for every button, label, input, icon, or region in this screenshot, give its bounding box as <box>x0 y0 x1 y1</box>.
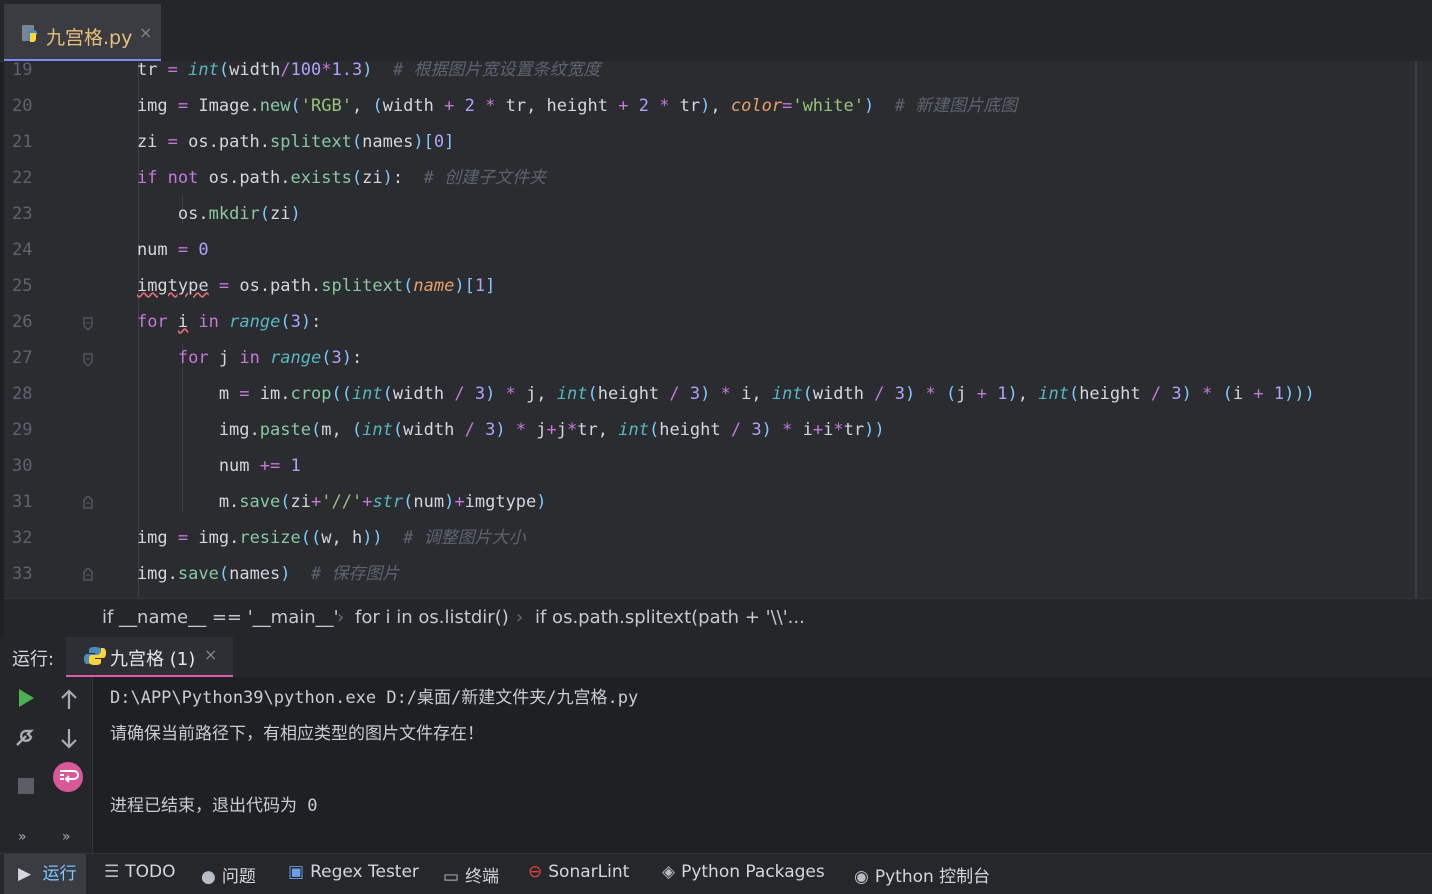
console-line: D:\APP\Python39\python.exe D:/桌面/新建文件夹/九… <box>110 688 639 708</box>
sonarlint-icon: ⊖ <box>528 862 543 882</box>
run-panel-label: 运行: <box>12 649 55 670</box>
toolbar-todo-label: TODO <box>125 862 176 882</box>
toolbar-packages-label: Python Packages <box>681 862 825 882</box>
run-config-tab[interactable]: 九宫格 (1) × <box>66 637 233 678</box>
code-line-32: img = img.resize((w, h)) # 调整图片大小 <box>96 528 526 548</box>
python-file-icon <box>22 25 37 42</box>
info-circle-icon: ● <box>201 867 216 887</box>
toolbar-problems-label: 问题 <box>221 867 256 887</box>
line-number: 27 <box>12 348 33 368</box>
toolbar-sonarlint-label: SonarLint <box>548 862 630 882</box>
toolbar-regex-button[interactable]: ▣ Regex Tester <box>288 862 419 882</box>
console-line: 请确保当前路径下，有相应类型的图片文件存在！ <box>110 724 484 744</box>
breadcrumb-item[interactable]: if __name__ == '__main__' <box>102 607 339 628</box>
line-number: 26 <box>12 312 33 332</box>
terminal-icon: ▭ <box>443 867 460 887</box>
line-number: 24 <box>12 240 33 260</box>
line-number: 32 <box>12 528 33 548</box>
code-editor[interactable]: 19 20 21 22 23 24 25 26 27 28 29 30 31 3… <box>4 61 1432 598</box>
code-area[interactable]: tr = int(width/100*1.3) # 根据图片宽设置条纹宽度 im… <box>96 61 1416 598</box>
right-margin-guide <box>1415 61 1417 598</box>
code-line-25: imgtype = os.path.splitext(name)[1] <box>136 276 496 296</box>
breadcrumb-separator-icon: › <box>516 607 524 628</box>
line-number: 29 <box>12 420 33 440</box>
line-number-gutter: 19 20 21 22 23 24 25 26 27 28 29 30 31 3… <box>4 61 96 598</box>
toolbar-terminal-label: 终端 <box>465 867 500 887</box>
breadcrumb-separator-icon: › <box>337 607 345 628</box>
line-number: 21 <box>12 132 33 152</box>
toolbar-packages-button[interactable]: ◈ Python Packages <box>662 862 825 882</box>
toolbar-run-button[interactable]: ▶ 运行 <box>4 854 87 894</box>
list-icon: ☰ <box>104 862 120 882</box>
code-line-26: for i in range(3): <box>136 312 322 332</box>
fold-end-marker-icon[interactable] <box>82 567 94 581</box>
more-icon[interactable]: » <box>62 829 71 845</box>
close-tab-icon[interactable]: × <box>139 23 152 42</box>
toolbar-sonarlint-button[interactable]: ⊖ SonarLint <box>528 862 629 882</box>
code-line-19: tr = int(width/100*1.3) # 根据图片宽设置条纹宽度 <box>96 61 601 80</box>
fold-marker-icon[interactable] <box>82 353 94 367</box>
line-number: 31 <box>12 492 33 512</box>
toolbar-console-label: Python 控制台 <box>874 867 991 887</box>
code-line-23: os.mkdir(zi) <box>96 204 301 224</box>
console-line: 进程已结束，退出代码为 0 <box>110 796 318 816</box>
run-console: » » D:\APP\Python39\python.exe D:/桌面/新建文… <box>0 677 1432 853</box>
code-line-22: if not os.path.exists(zi): # 创建子文件夹 <box>136 168 547 188</box>
code-line-33: img.save(names) # 保存图片 <box>96 564 400 584</box>
toolbar-run-label: 运行 <box>42 864 77 884</box>
tab-label: 九宫格.py <box>46 27 133 49</box>
line-number: 22 <box>12 168 33 188</box>
python-icon <box>84 647 106 665</box>
python-console-icon: ◉ <box>854 867 869 887</box>
soft-wrap-icon[interactable] <box>52 761 84 793</box>
tab-jiugongge-py[interactable]: 九宫格.py × <box>4 4 161 61</box>
wrench-icon[interactable] <box>13 723 39 749</box>
run-toolbar: » » <box>0 677 93 853</box>
line-number: 33 <box>12 564 33 584</box>
fold-marker-icon[interactable] <box>82 317 94 331</box>
code-line-29: img.paste(m, (int(width / 3) * j+j*tr, i… <box>96 420 885 440</box>
code-line-24: num = 0 <box>96 240 209 260</box>
regex-icon: ▣ <box>288 862 305 882</box>
line-number: 30 <box>12 456 33 476</box>
code-line-28: m = im.crop((int(width / 3) * j, int(hei… <box>96 384 1315 404</box>
line-number: 23 <box>12 204 33 224</box>
breadcrumb: if __name__ == '__main__' › for i in os.… <box>4 598 1432 637</box>
code-line-20: img = Image.new('RGB', (width + 2 * tr, … <box>96 96 1018 116</box>
fold-end-marker-icon[interactable] <box>82 495 94 509</box>
tool-window-bar: ▶ 运行 ☰ TODO ● 问题 ▣ Regex Tester ▭ 终端 ⊖ SonarL… <box>0 853 1432 894</box>
arrow-up-icon[interactable] <box>56 687 82 713</box>
breadcrumb-item[interactable]: if os.path.splitext(path + '\\'... <box>535 607 805 628</box>
code-line-30: num += 1 <box>96 456 301 476</box>
stop-icon[interactable] <box>13 773 39 799</box>
breadcrumb-item[interactable]: for i in os.listdir() <box>355 607 509 628</box>
toolbar-todo-button[interactable]: ☰ TODO <box>104 862 176 882</box>
arrow-down-icon[interactable] <box>56 725 82 751</box>
rerun-play-icon[interactable] <box>13 685 39 711</box>
close-run-tab-icon[interactable]: × <box>204 645 217 664</box>
code-line-27: for j in range(3): <box>177 348 363 368</box>
line-number: 25 <box>12 276 33 296</box>
toolbar-problems-button[interactable]: ● 问题 <box>201 862 256 887</box>
run-panel-header: 运行: 九宫格 (1) × <box>0 637 1432 678</box>
editor-tab-bar: 九宫格.py × <box>0 0 1432 62</box>
play-icon: ▶ <box>18 864 32 884</box>
toolbar-regex-label: Regex Tester <box>310 862 419 882</box>
code-line-21: zi = os.path.splitext(names)[0] <box>96 132 455 152</box>
line-number: 20 <box>12 96 33 116</box>
toolbar-terminal-button[interactable]: ▭ 终端 <box>443 862 499 887</box>
more-icon[interactable]: » <box>18 829 27 845</box>
layers-icon: ◈ <box>662 862 676 882</box>
code-line-31: m.save(zi+'//'+str(num)+imgtype) <box>96 492 547 512</box>
line-number: 28 <box>12 384 33 404</box>
run-tab-label: 九宫格 (1) <box>110 649 196 670</box>
line-number: 19 <box>12 61 33 80</box>
toolbar-console-button[interactable]: ◉ Python 控制台 <box>854 862 990 887</box>
